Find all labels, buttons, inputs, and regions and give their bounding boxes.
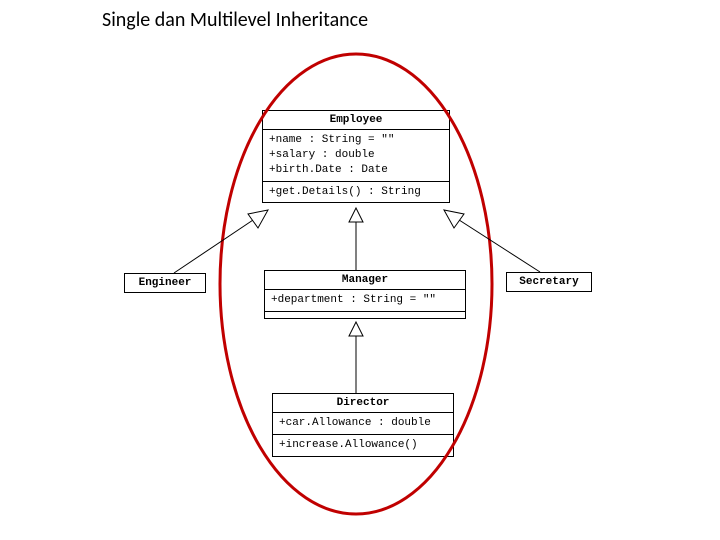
class-name: Manager xyxy=(265,271,465,290)
class-operations: +get.Details() : String xyxy=(263,182,449,203)
class-attributes: +car.Allowance : double xyxy=(273,413,453,435)
class-employee: Employee +name : String = "" +salary : d… xyxy=(262,110,450,203)
class-operations xyxy=(265,312,465,318)
generalization-secretary-employee xyxy=(444,210,540,272)
generalization-director-manager xyxy=(349,322,363,393)
slide-title: Single dan Multilevel Inheritance xyxy=(102,8,368,32)
class-manager: Manager +department : String = "" xyxy=(264,270,466,319)
class-name: Director xyxy=(273,394,453,413)
class-attributes: +name : String = "" +salary : double +bi… xyxy=(263,130,449,182)
generalization-engineer-employee xyxy=(174,210,268,273)
generalization-manager-employee xyxy=(349,208,363,270)
class-name: Engineer xyxy=(125,274,205,292)
class-secretary: Secretary xyxy=(506,272,592,292)
class-name: Employee xyxy=(263,111,449,130)
class-engineer: Engineer xyxy=(124,273,206,293)
class-operations: +increase.Allowance() xyxy=(273,435,453,456)
class-name: Secretary xyxy=(507,273,591,291)
class-attributes: +department : String = "" xyxy=(265,290,465,312)
class-director: Director +car.Allowance : double +increa… xyxy=(272,393,454,457)
